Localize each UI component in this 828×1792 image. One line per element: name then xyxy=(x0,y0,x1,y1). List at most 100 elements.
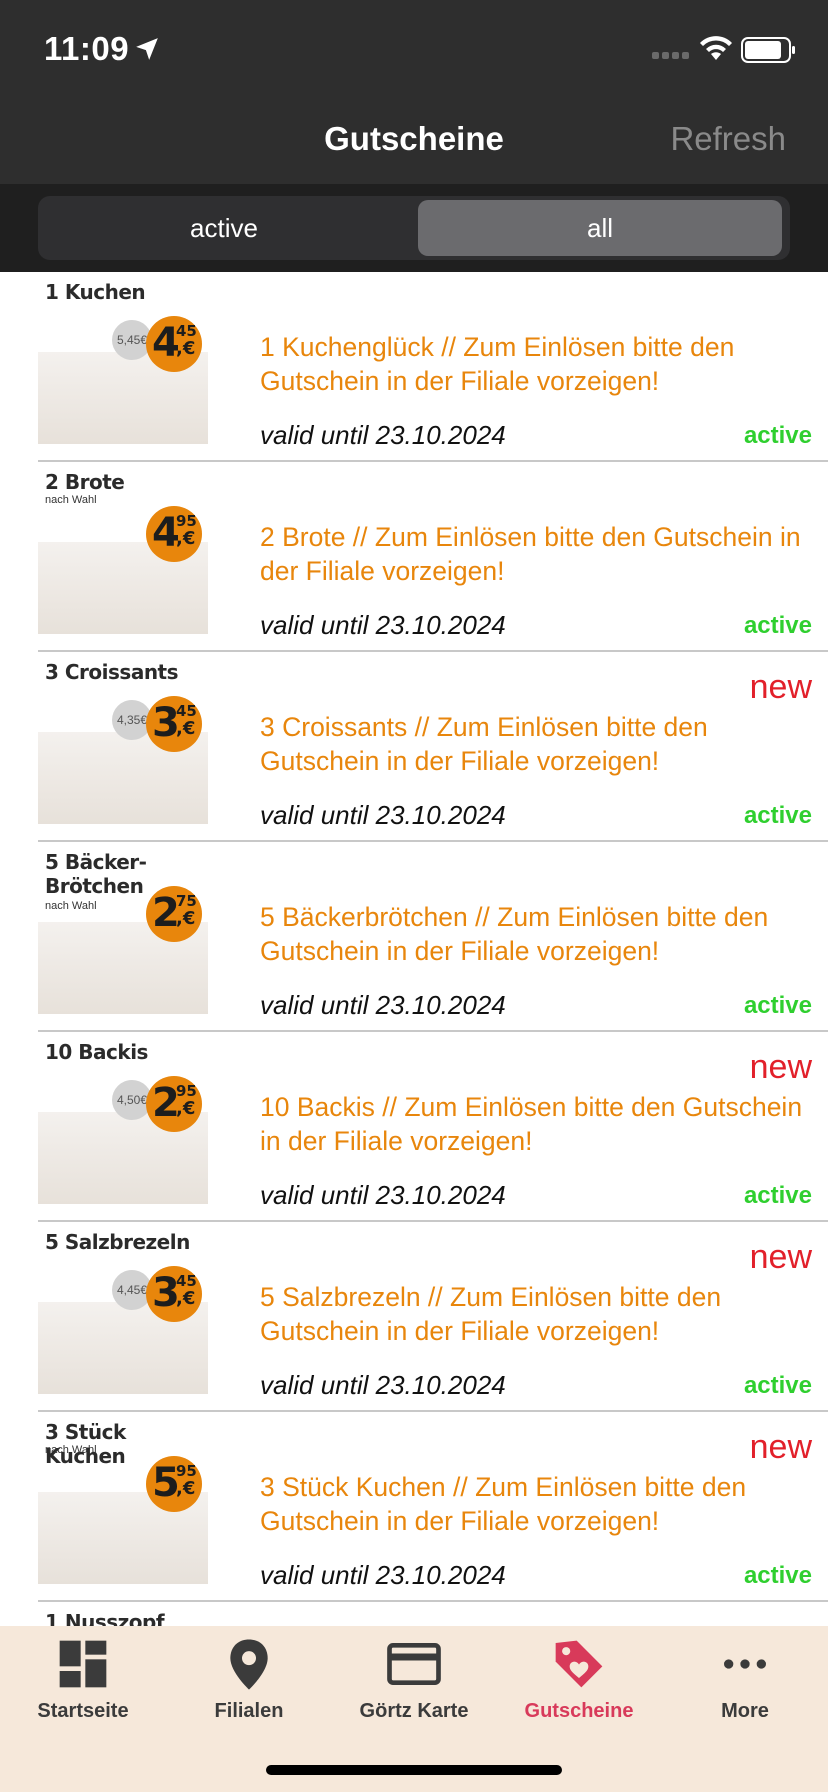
thumbnail-footer xyxy=(38,634,208,646)
coupon-thumbnail: 3 Croissants 4,35€ 3 45 ,€ xyxy=(38,658,208,836)
coupon-row[interactable]: 5 Salzbrezeln 4,45€ 3 45 ,€ new 5 Salzbrezeln … xyxy=(38,1222,828,1412)
coupon-valid-until: valid until 23.10.2024 xyxy=(260,610,506,640)
filter-segmented-control: active all xyxy=(38,196,790,260)
thumbnail-title: 5 Salzbrezeln xyxy=(45,1230,190,1254)
more-dots-icon xyxy=(724,1659,766,1669)
thumbnail-footer xyxy=(38,1014,208,1026)
euro-sign: ,€ xyxy=(176,1478,196,1499)
coupon-thumbnail: 5 Salzbrezeln 4,45€ 3 45 ,€ xyxy=(38,1228,208,1406)
coupon-description: 5 Bäckerbrötchen // Zum Einlösen bitte d… xyxy=(260,902,769,966)
coupon-thumbnail: 1 Nusszopf xyxy=(38,1608,208,1626)
coupon-status: active xyxy=(743,1562,812,1589)
tab-filialen[interactable]: Filialen xyxy=(166,1636,332,1736)
coupon-thumbnail: 1 Kuchen 5,45€ 4 45 ,€ xyxy=(38,278,208,456)
price-badge: 5 95 ,€ xyxy=(146,1456,202,1512)
thumbnail-subtitle: nach Wahl xyxy=(45,1444,97,1456)
thumbnail-footer xyxy=(38,824,208,836)
coupon-description: 3 Stück Kuchen // Zum Einlösen bitte den… xyxy=(260,1472,747,1536)
cellular-signal-icon xyxy=(652,52,689,59)
home-indicator xyxy=(266,1765,562,1775)
euro-sign: ,€ xyxy=(176,1288,196,1309)
thumbnail-footer xyxy=(38,1394,208,1406)
price-badge: 2 95 ,€ xyxy=(146,1076,202,1132)
coupon-row[interactable]: 2 Brote nach Wahl 4 95 ,€ 2 Brote // Zum Einl… xyxy=(38,462,828,652)
refresh-button[interactable]: Refresh xyxy=(670,120,786,158)
price-badge: 2 75 ,€ xyxy=(146,886,202,942)
coupon-row[interactable]: 10 Backis 4,50€ 2 95 ,€ new 10 Backis // Zum E… xyxy=(38,1032,828,1222)
coupon-thumbnail: 3 Stück Kuchen nach Wahl 5 95 ,€ xyxy=(38,1418,208,1596)
top-bar: 11:09 Gutscheine Refresh xyxy=(0,0,828,184)
coupon-valid-until: valid until 23.10.2024 xyxy=(260,1180,506,1210)
coupon-status: active xyxy=(743,1182,812,1209)
tab-label: Filialen xyxy=(214,1700,284,1722)
coupon-row[interactable]: 1 Kuchen 5,45€ 4 45 ,€ 1 Kuchenglück // Zum E… xyxy=(38,272,828,462)
battery-icon xyxy=(741,37,795,63)
coupon-row[interactable]: 3 Croissants 4,35€ 3 45 ,€ new 3 Croissants //… xyxy=(38,652,828,842)
coupon-row[interactable]: 1 Nusszopf xyxy=(38,1602,828,1626)
tab-startseite[interactable]: Startseite xyxy=(0,1636,166,1736)
coupon-thumbnail: 10 Backis 4,50€ 2 95 ,€ xyxy=(38,1038,208,1216)
tab-label: More xyxy=(721,1700,769,1722)
price-badge: 3 45 ,€ xyxy=(146,1266,202,1322)
thumbnail-title: 2 Brote xyxy=(45,470,125,494)
coupon-valid-until: valid until 23.10.2024 xyxy=(260,990,506,1020)
tab-label: Startseite xyxy=(37,1700,129,1722)
euro-sign: ,€ xyxy=(176,1098,196,1119)
euro-sign: ,€ xyxy=(176,338,196,359)
segment-bar: active all xyxy=(0,184,828,272)
status-time: 11:09 xyxy=(44,30,130,67)
coupon-thumbnail: 5 Bäcker- Brötchen nach Wahl 2 75 ,€ xyxy=(38,848,208,1026)
coupon-description: 1 Kuchenglück // Zum Einlösen bitte den … xyxy=(260,332,735,396)
coupon-description: 2 Brote // Zum Einlösen bitte den Gutsch… xyxy=(260,522,801,586)
coupon-thumbnail: 2 Brote nach Wahl 4 95 ,€ xyxy=(38,468,208,646)
euro-sign: ,€ xyxy=(176,718,196,739)
price-badge: 3 45 ,€ xyxy=(146,696,202,752)
thumbnail-footer xyxy=(38,1204,208,1216)
coupon-status: active xyxy=(743,1372,812,1399)
new-badge: new xyxy=(749,668,812,706)
new-badge: new xyxy=(749,1428,812,1466)
euro-sign: ,€ xyxy=(176,908,196,929)
segment-active[interactable]: active xyxy=(42,200,406,256)
thumbnail-title: 1 Nusszopf xyxy=(45,1610,165,1626)
wifi-icon xyxy=(700,36,732,60)
thumbnail-footer xyxy=(38,1584,208,1596)
coupon-description: 10 Backis // Zum Einlösen bitte den Guts… xyxy=(260,1092,803,1156)
new-badge: new xyxy=(749,1048,812,1086)
coupon-valid-until: valid until 23.10.2024 xyxy=(260,800,506,830)
coupon-row[interactable]: 3 Stück Kuchen nach Wahl 5 95 ,€ new 3 Stück K… xyxy=(38,1412,828,1602)
thumbnail-subtitle: nach Wahl xyxy=(45,494,97,506)
coupon-description: 3 Croissants // Zum Einlösen bitte den G… xyxy=(260,712,708,776)
coupon-description: 5 Salzbrezeln // Zum Einlösen bitte den … xyxy=(260,1282,722,1346)
thumbnail-title: 5 Bäcker- Brötchen xyxy=(45,850,147,898)
thumbnail-footer xyxy=(38,444,208,456)
coupon-row[interactable]: 5 Bäcker- Brötchen nach Wahl 2 75 ,€ 5 Bäcker… xyxy=(38,842,828,1032)
coupon-status: active xyxy=(743,992,812,1019)
coupon-valid-until: valid until 23.10.2024 xyxy=(260,1560,506,1590)
thumbnail-title: 3 Croissants xyxy=(45,660,179,684)
price-badge: 4 95 ,€ xyxy=(146,506,202,562)
coupon-valid-until: valid until 23.10.2024 xyxy=(260,1370,506,1400)
coupon-tag-icon xyxy=(555,1640,603,1688)
tab-label: Görtz Karte xyxy=(359,1700,469,1722)
coupon-status: active xyxy=(743,612,812,639)
card-icon xyxy=(387,1643,441,1685)
thumbnail-title: 10 Backis xyxy=(45,1040,148,1064)
tab-label: Gutscheine xyxy=(524,1700,634,1722)
coupon-list[interactable]: 1 Kuchen 5,45€ 4 45 ,€ 1 Kuchenglück // Zum E… xyxy=(0,272,828,1626)
coupon-status: active xyxy=(743,802,812,829)
segment-all[interactable]: all xyxy=(418,200,782,256)
tab-goertz-karte[interactable]: Görtz Karte xyxy=(331,1636,497,1736)
tab-more[interactable]: More xyxy=(662,1636,828,1736)
tab-gutscheine[interactable]: Gutscheine xyxy=(496,1636,662,1736)
coupon-status: active xyxy=(743,422,812,449)
coupon-valid-until: valid until 23.10.2024 xyxy=(260,420,506,450)
thumbnail-title: 1 Kuchen xyxy=(45,280,146,304)
location-pin-icon xyxy=(230,1639,268,1690)
euro-sign: ,€ xyxy=(176,528,196,549)
location-arrow-icon xyxy=(136,38,158,60)
new-badge: new xyxy=(749,1238,812,1276)
dashboard-icon xyxy=(59,1640,107,1688)
thumbnail-subtitle: nach Wahl xyxy=(45,900,97,912)
price-badge: 4 45 ,€ xyxy=(146,316,202,372)
